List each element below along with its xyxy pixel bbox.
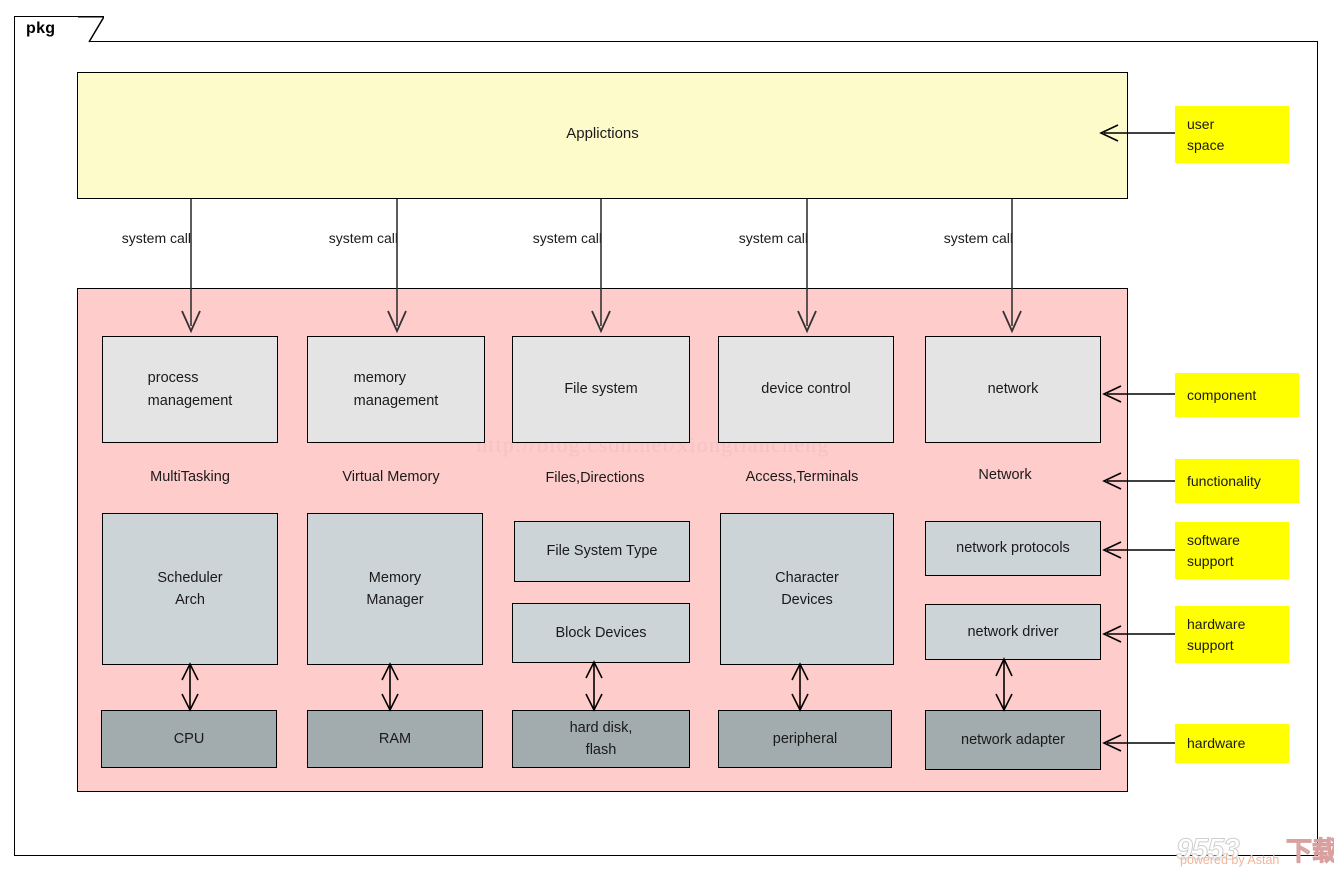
component-box-memory-management[interactable]: memory management — [307, 336, 485, 443]
functionality-label-4: Access,Terminals — [745, 469, 859, 485]
annotation-component[interactable]: component — [1175, 373, 1299, 417]
software-label-2: Memory Manager — [366, 569, 424, 608]
watermark-corner-small: powered by Astah — [1180, 853, 1280, 867]
hardware-label-4: peripheral — [772, 730, 838, 747]
functionality-label-1: MultiTasking — [150, 469, 230, 485]
syscall-label-4: system call — [738, 230, 808, 246]
annotation-label-5: hardware support — [1187, 615, 1246, 653]
hardware-box-cpu[interactable]: CPU — [101, 710, 277, 768]
component-box-process-management[interactable]: process management — [102, 336, 278, 443]
watermark-corner-cjk: 下载 — [1285, 836, 1334, 867]
annotation-label-4: software support — [1187, 531, 1240, 569]
software-label-6: network protocols — [956, 540, 1070, 557]
annotation-software-support[interactable]: software support — [1175, 522, 1289, 579]
component-label-2: memory management — [353, 370, 439, 409]
annotation-user-space[interactable]: user space — [1175, 106, 1289, 163]
hardware-label-5: network adapter — [961, 731, 1065, 748]
annotation-label-2: component — [1187, 386, 1257, 403]
component-label-1: process management — [147, 370, 233, 409]
software-label-5: Character Devices — [775, 569, 839, 608]
hardware-label-3: hard disk, flash — [569, 719, 633, 758]
hardware-box-peripheral[interactable]: peripheral — [718, 710, 892, 768]
hardware-box-ram[interactable]: RAM — [307, 710, 483, 768]
syscall-label-3: system call — [532, 230, 602, 246]
package-tab-slant-icon — [78, 16, 104, 43]
component-box-network[interactable]: network — [925, 336, 1101, 443]
annotation-label-3: functionality — [1187, 472, 1261, 489]
component-label-3: File system — [564, 381, 638, 398]
software-box-memory-manager[interactable]: Memory Manager — [307, 513, 483, 665]
annotation-hardware-support[interactable]: hardware support — [1175, 606, 1289, 663]
software-label-7: network driver — [967, 623, 1059, 640]
hardware-label-2: RAM — [378, 730, 412, 747]
software-box-block-devices[interactable]: Block Devices — [512, 603, 690, 663]
software-label-3: File System Type — [546, 543, 658, 560]
watermark-corner: 9553 下载 powered by Astah — [1176, 833, 1334, 873]
syscall-label-2: system call — [328, 230, 398, 246]
hardware-label-1: CPU — [173, 730, 205, 747]
diagram-canvas: pkg Applictions http://blog.csdn.net/xio… — [0, 0, 1334, 873]
software-box-scheduler-arch[interactable]: Scheduler Arch — [102, 513, 278, 665]
software-label-4: Block Devices — [555, 624, 647, 641]
applications-label: Applictions — [566, 125, 639, 142]
functionality-label-5: Network — [978, 467, 1032, 483]
software-label-1: Scheduler Arch — [157, 569, 223, 608]
syscall-label-1: system call — [121, 230, 191, 246]
functionality-label-2: Virtual Memory — [342, 469, 440, 485]
software-box-character-devices[interactable]: Character Devices — [720, 513, 894, 665]
annotation-label-1: user space — [1187, 115, 1225, 153]
annotation-hardware[interactable]: hardware — [1175, 724, 1289, 763]
package-tab-label: pkg — [26, 20, 56, 37]
component-box-file-system[interactable]: File system — [512, 336, 690, 443]
annotation-functionality[interactable]: functionality — [1175, 459, 1299, 503]
functionality-label-3: Files,Directions — [545, 470, 645, 486]
hardware-box-hard-disk-flash[interactable]: hard disk, flash — [512, 710, 690, 768]
hardware-box-network-adapter[interactable]: network adapter — [925, 710, 1101, 770]
annotation-label-6: hardware — [1187, 735, 1246, 751]
syscall-label-5: system call — [943, 230, 1013, 246]
component-label-5: network — [987, 381, 1039, 398]
component-label-4: device control — [761, 381, 851, 398]
component-box-device-control[interactable]: device control — [718, 336, 894, 443]
software-box-file-system-type[interactable]: File System Type — [514, 521, 690, 582]
user-space-region: Applictions — [77, 72, 1128, 199]
software-box-network-protocols[interactable]: network protocols — [925, 521, 1101, 576]
software-box-network-driver[interactable]: network driver — [925, 604, 1101, 660]
